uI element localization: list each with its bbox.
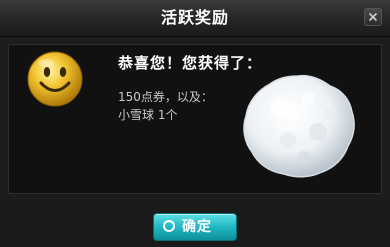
snowball-image [243,74,355,178]
reward-coupons-text: 150点券，以及： [118,90,213,104]
close-icon [368,12,378,22]
reward-dialog: 活跃奖励 恭喜您！您获得了： 150点券，以及： 小雪球 1个 确定 [0,0,390,247]
dialog-footer: 确定 [0,200,390,247]
confirm-button[interactable]: 确定 [153,213,237,241]
ring-icon [163,220,175,232]
close-button[interactable] [364,8,382,26]
smiley-face-icon [27,51,83,107]
confirm-button-label: 确定 [182,219,212,235]
reward-item-text: 小雪球 1个 [118,108,178,122]
dialog-titlebar: 活跃奖励 [0,0,390,37]
dialog-title: 活跃奖励 [160,8,229,27]
